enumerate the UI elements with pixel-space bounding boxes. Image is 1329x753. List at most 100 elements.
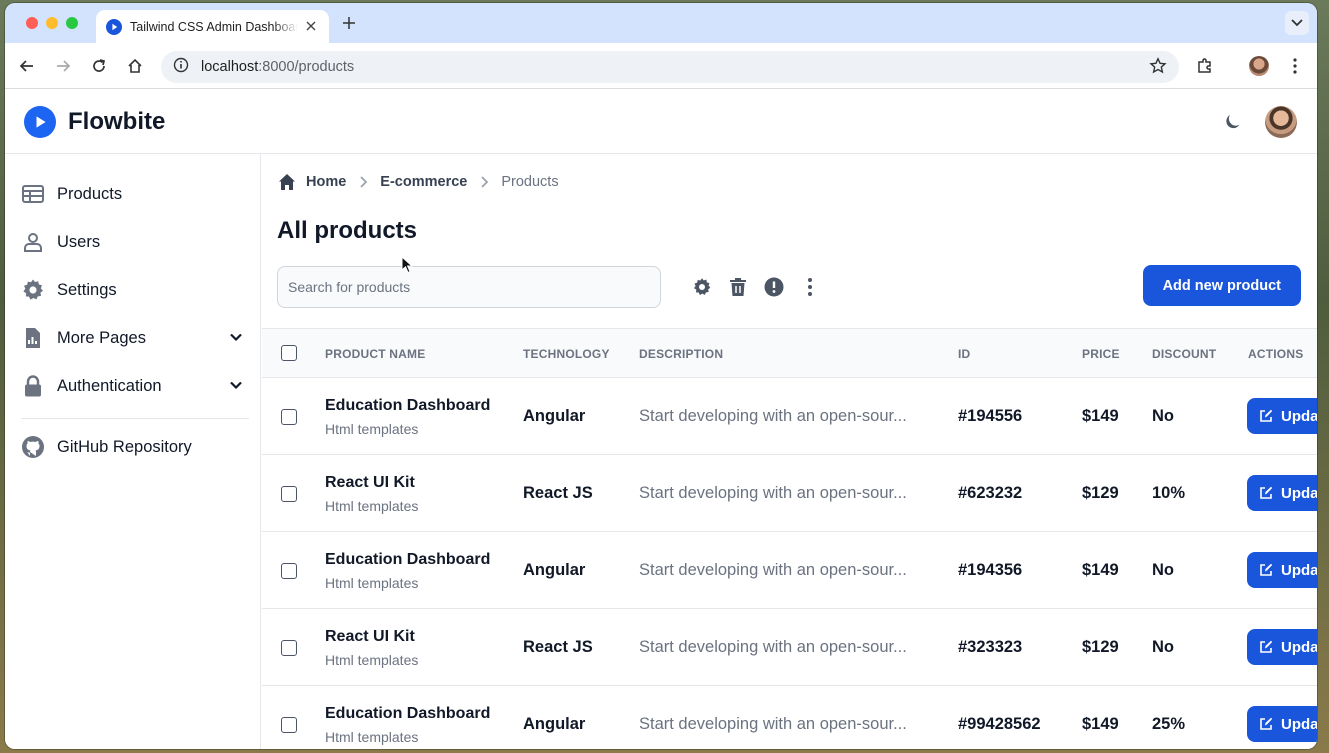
row-checkbox[interactable] [281,563,297,579]
row-checkbox[interactable] [281,486,297,502]
chevron-down-icon[interactable] [229,330,243,349]
header-id[interactable]: ID [958,347,970,361]
sidebar-item-more-pages[interactable]: More Pages [21,318,249,358]
lock-icon [21,374,45,398]
address-bar[interactable]: localhost:8000/products [161,51,1179,83]
profile-avatar-icon[interactable] [1249,56,1269,76]
flowbite-logo-icon [24,106,56,138]
product-price: $149 [1082,407,1119,425]
product-description: Start developing with an open-sour... [639,484,907,502]
breadcrumb: Home E-commerce Products [278,173,559,191]
tab-search-chevron-icon[interactable] [1285,11,1309,35]
bookmark-star-icon[interactable] [1149,57,1167,80]
gear-icon [21,278,45,302]
edit-icon [1259,563,1273,577]
new-tab-icon[interactable] [339,12,359,35]
app-header: Flowbite [5,90,1317,154]
tab-bar: Tailwind CSS Admin Dashboard [5,3,1317,43]
edit-icon [1259,409,1273,423]
header-price[interactable]: PRICE [1082,347,1120,361]
row-checkbox[interactable] [281,640,297,656]
product-description: Start developing with an open-sour... [639,715,907,733]
site-info-icon[interactable] [173,57,189,78]
sidebar-item-label: Products [57,184,123,203]
trash-icon[interactable] [726,275,750,299]
update-button[interactable]: Upda [1247,552,1317,588]
update-button[interactable]: Upda [1247,475,1317,511]
table-row: Education Dashboard Html templates Angular… [262,378,1317,455]
user-icon [21,230,45,254]
product-name: Education Dashboard [325,551,491,568]
product-technology: Angular [523,715,586,733]
row-checkbox[interactable] [281,409,297,425]
sidebar-divider [21,418,249,419]
tab-close-icon[interactable] [303,18,319,35]
product-category: Html templates [325,575,419,591]
table-header: PRODUCT NAME TECHNOLOGY DESCRIPTION ID P… [262,328,1317,378]
browser-window: Tailwind CSS Admin Dashboard localhost:8… [5,3,1317,749]
update-button-label: Upda [1281,484,1317,502]
update-button[interactable]: Upda [1247,398,1317,434]
sidebar-item-products[interactable]: Products [21,174,249,214]
edit-icon [1259,640,1273,654]
sidebar-item-label: Authentication [57,376,162,395]
breadcrumb-ecommerce[interactable]: E-commerce [380,174,467,190]
alert-circle-icon[interactable] [762,275,786,299]
dark-mode-moon-icon[interactable] [1223,112,1243,137]
header-discount[interactable]: DISCOUNT [1152,347,1216,361]
app: Flowbite Products Users Settings More Pa… [5,90,1317,749]
brand-name: Flowbite [68,108,166,135]
back-arrow-icon[interactable] [17,56,37,76]
settings-gear-icon[interactable] [690,275,714,299]
product-name: React UI Kit [325,628,415,645]
update-button[interactable]: Upda [1247,629,1317,665]
header-product-name[interactable]: PRODUCT NAME [325,347,425,361]
update-button[interactable]: Upda [1247,706,1317,742]
sidebar-item-github[interactable]: GitHub Repository [21,427,249,467]
mouse-cursor-icon [401,255,414,279]
product-technology: React JS [523,484,593,502]
browser-tab[interactable]: Tailwind CSS Admin Dashboard [96,10,329,43]
extensions-puzzle-icon[interactable] [1195,56,1215,76]
user-avatar[interactable] [1265,106,1297,138]
more-vertical-icon[interactable] [798,275,822,299]
product-name: Education Dashboard [325,705,491,722]
product-description: Start developing with an open-sour... [639,407,907,425]
product-category: Html templates [325,652,419,668]
add-new-product-button[interactable]: Add new product [1142,265,1301,306]
github-icon [21,435,45,459]
table-row: React UI Kit Html templates React JS Start … [262,455,1317,532]
home-icon[interactable] [125,56,145,76]
search-input[interactable] [277,266,661,308]
browser-toolbar: localhost:8000/products [5,43,1317,89]
header-technology[interactable]: TECHNOLOGY [523,347,610,361]
sidebar: Products Users Settings More Pages Authe… [5,154,261,749]
update-button-label: Upda [1281,561,1317,579]
brand-link[interactable]: Flowbite [24,106,165,138]
product-category: Html templates [325,729,419,745]
maximize-window-button[interactable] [66,17,78,29]
sidebar-item-authentication[interactable]: Authentication [21,366,249,406]
header-description[interactable]: DESCRIPTION [639,347,723,361]
breadcrumb-home-icon[interactable] [278,173,296,191]
row-checkbox[interactable] [281,717,297,733]
select-all-checkbox[interactable] [281,345,297,361]
table-icon [21,182,45,206]
minimize-window-button[interactable] [46,17,58,29]
close-window-button[interactable] [26,17,38,29]
breadcrumb-home[interactable]: Home [306,174,346,190]
table-row: React UI Kit Html templates React JS Start … [262,609,1317,686]
reload-icon[interactable] [89,56,109,76]
sidebar-item-label: More Pages [57,328,146,347]
sidebar-item-label: Users [57,232,101,251]
breadcrumb-current: Products [501,174,559,190]
sidebar-item-settings[interactable]: Settings [21,270,249,310]
url-text: localhost:8000/products [201,59,354,75]
browser-menu-icon[interactable] [1285,56,1305,76]
update-button-label: Upda [1281,407,1317,425]
forward-arrow-icon[interactable] [53,56,73,76]
product-id: #194356 [958,561,1023,579]
chevron-down-icon[interactable] [229,378,243,397]
sidebar-item-users[interactable]: Users [21,222,249,262]
edit-icon [1259,717,1273,731]
